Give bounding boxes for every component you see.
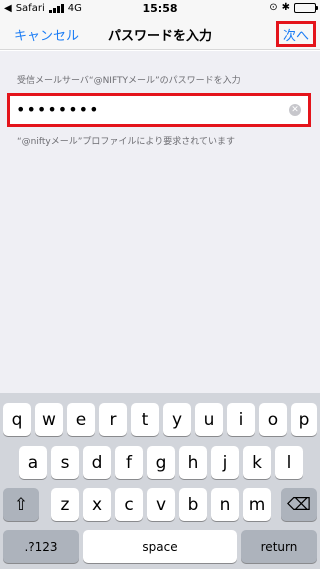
key-d[interactable]: d [83, 446, 111, 479]
key-b[interactable]: b [179, 488, 207, 521]
keyboard: q w e r t y u i o p a s d f g h j k l ⇧ … [0, 393, 320, 569]
key-m[interactable]: m [243, 488, 271, 521]
form-area: 受信メールサーバ“@NIFTYメール”のパスワードを入力 •••••••• ✕ … [0, 51, 320, 393]
password-value: •••••••• [16, 100, 100, 119]
nav-bar: キャンセル パスワードを入力 次へ [0, 18, 320, 50]
next-button-label: 次へ [282, 28, 309, 44]
key-p[interactable]: p [291, 403, 317, 436]
key-y[interactable]: y [163, 403, 191, 436]
space-key[interactable]: space [83, 530, 237, 563]
page-title: パスワードを入力 [107, 29, 212, 44]
key-o[interactable]: o [259, 403, 287, 436]
key-s[interactable]: s [51, 446, 79, 479]
key-l[interactable]: l [275, 446, 303, 479]
password-field-header: 受信メールサーバ“@NIFTYメール”のパスワードを入力 [17, 76, 241, 86]
lock-rotation-icon: ⊙ [269, 2, 278, 13]
key-n[interactable]: n [211, 488, 239, 521]
password-field-footer: “@niftyメール”プロファイルにより要求されています [17, 137, 235, 147]
key-h[interactable]: h [179, 446, 207, 479]
key-i[interactable]: i [227, 403, 255, 436]
key-a[interactable]: a [19, 446, 47, 479]
backspace-icon: ⌫ [286, 494, 312, 515]
key-r[interactable]: r [99, 403, 127, 436]
key-u[interactable]: u [195, 403, 223, 436]
key-q[interactable]: q [3, 403, 31, 436]
key-w[interactable]: w [35, 403, 63, 436]
key-j[interactable]: j [211, 446, 239, 479]
status-bar: ◀ Safari 4G 15:58 ⊙ ✱ [0, 0, 320, 18]
password-field[interactable]: •••••••• ✕ [7, 93, 311, 127]
key-e[interactable]: e [67, 403, 95, 436]
key-v[interactable]: v [147, 488, 175, 521]
key-c[interactable]: c [115, 488, 143, 521]
key-k[interactable]: k [243, 446, 271, 479]
return-key[interactable]: return [241, 530, 317, 563]
key-x[interactable]: x [83, 488, 111, 521]
key-z[interactable]: z [51, 488, 79, 521]
numbers-key[interactable]: .?123 [3, 530, 79, 563]
clear-icon[interactable]: ✕ [289, 104, 301, 116]
delete-key[interactable]: ⌫ [281, 488, 317, 521]
next-button[interactable]: 次へ [276, 21, 316, 47]
shift-key[interactable]: ⇧ [3, 488, 39, 521]
battery-icon [294, 2, 318, 13]
key-t[interactable]: t [131, 403, 159, 436]
bluetooth-icon: ✱ [281, 2, 290, 13]
shift-icon: ⇧ [13, 494, 29, 515]
key-f[interactable]: f [115, 446, 143, 479]
status-right: ⊙ ✱ [269, 2, 318, 13]
key-g[interactable]: g [147, 446, 175, 479]
